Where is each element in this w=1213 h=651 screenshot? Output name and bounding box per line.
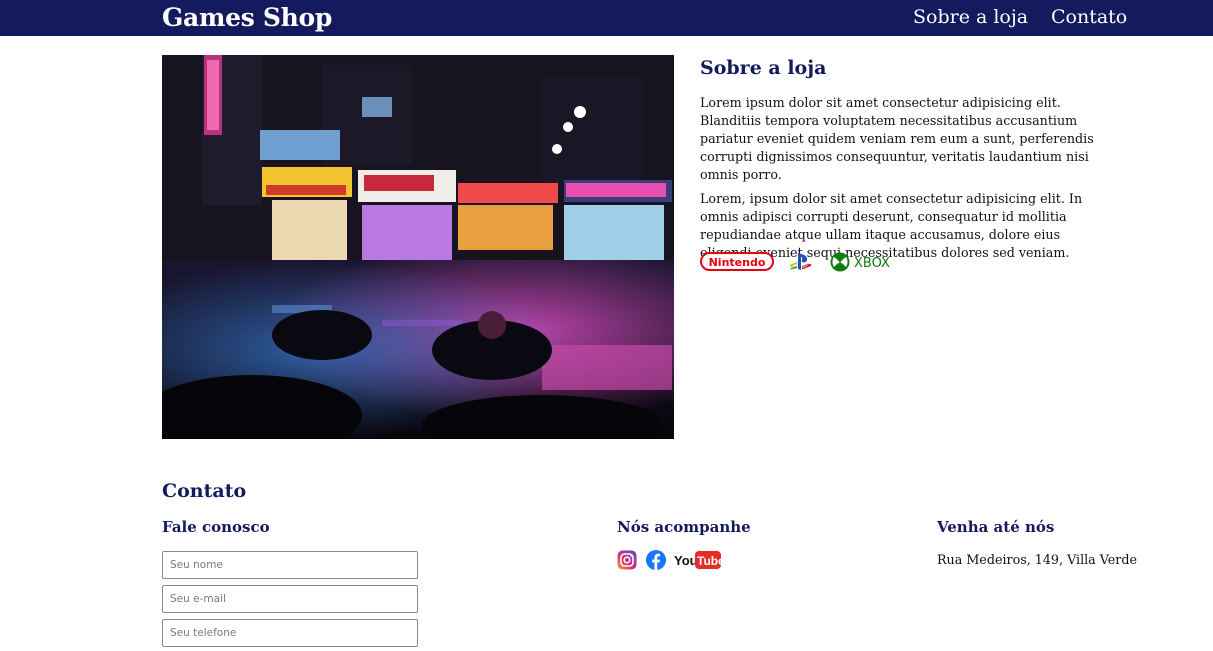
location-title: Venha até nós xyxy=(937,518,1055,536)
email-input[interactable] xyxy=(162,585,418,613)
facebook-icon[interactable] xyxy=(646,550,666,570)
form-title: Fale conosco xyxy=(162,518,270,536)
about-section: Sobre a loja Lorem ipsum dolor sit amet … xyxy=(700,57,1110,268)
about-paragraph-1: Lorem ipsum dolor sit amet consectetur a… xyxy=(700,95,1094,182)
playstation-icon xyxy=(789,253,812,270)
svg-text:XBOX: XBOX xyxy=(854,256,890,271)
social-title: Nós acompanhe xyxy=(617,518,751,536)
svg-text:Nintendo: Nintendo xyxy=(709,256,766,269)
instagram-icon[interactable] xyxy=(617,550,637,570)
youtube-icon[interactable]: You Tube xyxy=(674,550,722,570)
nav-link-contato[interactable]: Contato xyxy=(1051,6,1127,28)
console-brands: Nintendo XBOX xyxy=(700,250,920,274)
brand-logo-text[interactable]: Games Shop xyxy=(162,3,332,32)
phone-input[interactable] xyxy=(162,619,418,647)
night-street-photo xyxy=(162,55,674,439)
about-title: Sobre a loja xyxy=(700,57,827,79)
xbox-logo-icon: XBOX xyxy=(830,252,890,272)
social-links: You Tube xyxy=(617,550,727,572)
nav-link-sobre-a-loja[interactable]: Sobre a loja xyxy=(913,6,1028,28)
store-photo xyxy=(162,55,674,439)
svg-text:Tube: Tube xyxy=(697,554,722,568)
svg-text:You: You xyxy=(674,553,698,568)
store-address: Rua Medeiros, 149, Villa Verde xyxy=(937,552,1137,567)
contact-title: Contato xyxy=(162,480,247,502)
nintendo-logo-icon: Nintendo xyxy=(700,252,774,271)
navbar: Games Shop Sobre a loja Contato xyxy=(0,0,1213,36)
name-input[interactable] xyxy=(162,551,418,579)
